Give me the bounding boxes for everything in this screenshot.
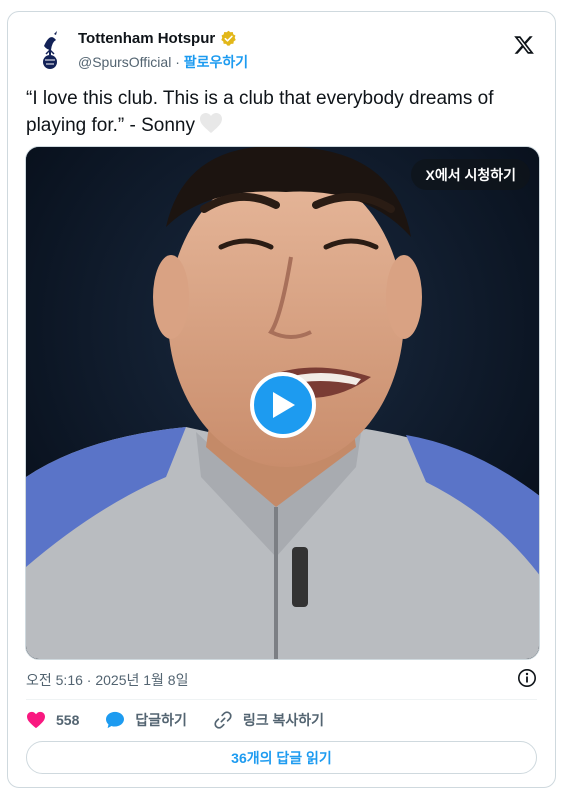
reply-label: 답글하기 [135,712,187,728]
author-handle-row: @SpursOfficial · 팔로우하기 [78,52,248,72]
link-icon [214,711,232,729]
white-heart-icon [199,112,223,142]
tweet-header: Tottenham Hotspur @SpursOfficial · 팔로우하기 [26,26,537,70]
reply-button[interactable]: 답글하기 [105,710,187,730]
tweet-body: “I love this club. This is a club that e… [26,88,494,136]
like-count: 558 [56,712,80,728]
reply-bubble-icon [106,711,125,729]
copy-link-button[interactable]: 링크 복사하기 [213,710,324,730]
play-icon [273,392,295,418]
play-button[interactable] [250,372,316,438]
watch-on-x-button[interactable]: X에서 시청하기 [411,159,530,190]
divider [26,699,537,700]
author-handle[interactable]: @SpursOfficial [78,54,171,70]
verified-badge-icon [220,30,237,47]
like-button[interactable]: 558 [26,711,79,729]
author-name-row: Tottenham Hotspur [78,30,237,47]
embedded-tweet-card: Tottenham Hotspur @SpursOfficial · 팔로우하기… [7,11,556,788]
copy-link-label: 링크 복사하기 [242,712,325,728]
tweet-timestamp[interactable]: 오전 5:16 · 2025년 1월 8일 [26,670,188,690]
club-crest-avatar[interactable] [34,28,66,70]
tweet-actions: 558 답글하기 링크 복사하기 [26,709,350,731]
tweet-text: “I love this club. This is a club that e… [26,86,536,142]
follow-link[interactable]: 팔로우하기 [184,54,248,70]
read-replies-button[interactable]: 36개의 답글 읽기 [26,741,537,774]
heart-icon [27,711,45,729]
separator-dot: · [175,54,180,70]
author-name[interactable]: Tottenham Hotspur [78,30,215,47]
x-logo-icon[interactable] [513,34,535,56]
video-player[interactable]: X에서 시청하기 [25,146,540,660]
info-icon[interactable] [517,668,537,688]
